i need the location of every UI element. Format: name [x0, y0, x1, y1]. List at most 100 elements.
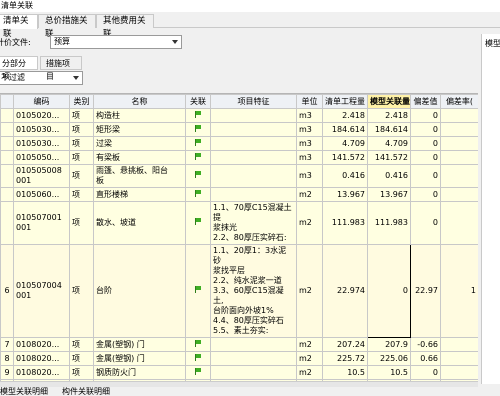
- cell-model-qty[interactable]: 0.416: [367, 164, 411, 188]
- cell-deviation-rate: [440, 150, 478, 165]
- tab-total-measure-link[interactable]: 总价措施关联: [38, 14, 96, 39]
- table-row[interactable]: 6 010507004 001 项台阶 1.1、20厚1：3水泥砂 浆找平层 2.2、…: [0, 244, 478, 338]
- cell-feature: [210, 108, 297, 123]
- table-row[interactable]: 0105060... 项直形楼梯 m2 13.967 13.967 0: [0, 187, 478, 202]
- cell-bill-qty: 207.24: [322, 337, 368, 352]
- cell-model-qty[interactable]: 225.06: [367, 351, 411, 366]
- table-row[interactable]: 010505008 001 项雨篷、悬挑板、阳台 板 m3 0.416 0.416 0: [0, 164, 478, 188]
- cell-index: [0, 108, 14, 123]
- cell-name: 构造柱: [93, 108, 186, 123]
- bill-link-table: 编码 类别 名称 关联 项目特征 单位 清单工程量 模型关联量 偏差值 偏差率(…: [0, 93, 478, 381]
- tab-division-items[interactable]: 分部分项: [0, 56, 38, 81]
- cell-bill-qty: 184.614: [322, 122, 368, 137]
- cell-bill-qty: 22.974: [322, 244, 368, 338]
- filter-select[interactable]: 不过滤: [0, 71, 83, 85]
- cell-link: [185, 201, 211, 245]
- cell-bill-qty: 13.967: [322, 187, 368, 202]
- cell-model-qty[interactable]: 4.709: [367, 136, 411, 151]
- cell-model-qty[interactable]: 13.967: [367, 187, 411, 202]
- flag-icon: [195, 124, 201, 132]
- cell-bill-qty: 111.983: [322, 201, 368, 245]
- col-header-link[interactable]: 关联: [185, 94, 211, 109]
- cell-deviation: 0.66: [410, 351, 441, 366]
- cell-category: 项: [69, 136, 94, 151]
- tab-measure-items[interactable]: 措施项目: [40, 56, 82, 81]
- table-row[interactable]: 9 0108020... 项钢质防火门 m2 10.5 10.5 0: [0, 365, 478, 380]
- cell-model-qty[interactable]: 111.983: [367, 201, 411, 245]
- table-row[interactable]: 0105020... 项构造柱 m3 2.418 2.418 0: [0, 108, 478, 123]
- cell-unit: m2: [296, 351, 323, 366]
- cell-bill-qty: 225.72: [322, 351, 368, 366]
- cell-category: 项: [69, 187, 94, 202]
- table-row[interactable]: 0105030... 项过梁 m3 4.709 4.709 0: [0, 136, 478, 151]
- cell-deviation: 0: [410, 150, 441, 165]
- tab-bill-link[interactable]: 清单关联: [0, 14, 38, 39]
- col-header-deviation-rate[interactable]: 偏差率(: [440, 94, 478, 109]
- file-select[interactable]: 预算: [50, 35, 182, 49]
- cell-name: 过梁: [93, 136, 186, 151]
- cell-name: 矩形梁: [93, 122, 186, 137]
- cell-link: [185, 164, 211, 188]
- cell-index: 9: [0, 365, 14, 380]
- col-header-index[interactable]: [0, 94, 14, 109]
- col-header-feature[interactable]: 项目特征: [210, 94, 297, 109]
- cell-name: 台阶: [93, 244, 186, 338]
- cell-code: 0105060...: [13, 187, 70, 202]
- col-header-unit[interactable]: 单位: [296, 94, 323, 109]
- table-row[interactable]: 0105050... 项有梁板 m3 141.572 141.572 0: [0, 150, 478, 165]
- table-row[interactable]: 7 0108020... 项金属(塑钢) 门 m2 207.24 207.9 -0.66: [0, 337, 478, 352]
- table-row[interactable]: 010507001 001 项散水、坡道 1.1、70厚C15混凝土提 浆抹光 2.…: [0, 201, 478, 245]
- cell-index: [0, 122, 14, 137]
- col-header-category[interactable]: 类别: [69, 94, 94, 109]
- cell-unit: m2: [296, 187, 323, 202]
- col-header-bill-qty[interactable]: 清单工程量: [322, 94, 368, 109]
- table-row[interactable]: 0105030... 项矩形梁 m3 184.614 184.614 0: [0, 122, 478, 137]
- cell-index: [0, 136, 14, 151]
- cell-index: 8: [0, 351, 14, 366]
- cell-deviation: 0: [410, 365, 441, 380]
- cell-deviation: -0.66: [410, 337, 441, 352]
- col-header-model-qty[interactable]: 模型关联量: [367, 94, 411, 109]
- cell-category: 项: [69, 164, 94, 188]
- cell-bill-qty: 0.416: [322, 164, 368, 188]
- table-header-row: 编码 类别 名称 关联 项目特征 单位 清单工程量 模型关联量 偏差值 偏差率(: [0, 94, 478, 109]
- cell-deviation: 0: [410, 187, 441, 202]
- cell-model-qty[interactable]: 207.9: [367, 337, 411, 352]
- cell-code: 0108020...: [13, 337, 70, 352]
- table-row[interactable]: 8 0108020... 项金属(塑钢) 门 m2 225.72 225.06 0.66: [0, 351, 478, 366]
- bottom-tab-bar: 模型关联明细 构件关联明细: [0, 387, 500, 396]
- col-header-deviation[interactable]: 偏差值: [410, 94, 441, 109]
- flag-icon: [195, 110, 201, 118]
- cell-deviation: 0: [410, 122, 441, 137]
- flag-icon: [195, 171, 201, 178]
- cell-category: 项: [69, 108, 94, 123]
- top-tab-bar: 清单关联 总价措施关联 其他费用关联: [0, 12, 500, 39]
- col-header-code[interactable]: 编码: [13, 94, 70, 109]
- chevron-down-icon: [73, 76, 79, 80]
- cell-category: 项: [69, 244, 94, 338]
- col-header-name[interactable]: 名称: [93, 94, 186, 109]
- cell-model-qty[interactable]: 141.572: [367, 150, 411, 165]
- cell-feature: [210, 351, 297, 366]
- cell-model-qty[interactable]: 0: [367, 244, 411, 338]
- cell-code: 0105030...: [13, 122, 70, 137]
- cell-index: [0, 150, 14, 165]
- cell-name: 钢质防火门: [93, 365, 186, 380]
- flag-icon: [195, 138, 201, 146]
- model-panel-title: 模型: [485, 39, 500, 48]
- cell-feature: [210, 365, 297, 380]
- cell-code: 010505008 001: [13, 164, 70, 188]
- cell-feature: [210, 150, 297, 165]
- file-select-value: 预算: [54, 37, 70, 46]
- cell-code: 0108020...: [13, 365, 70, 380]
- cell-code: 0105030...: [13, 136, 70, 151]
- cell-name: 有梁板: [93, 150, 186, 165]
- cell-model-qty[interactable]: 184.614: [367, 122, 411, 137]
- cell-deviation-rate: [440, 187, 478, 202]
- cell-link: [185, 244, 211, 338]
- cell-model-qty[interactable]: 10.5: [367, 365, 411, 380]
- cell-link: [185, 122, 211, 137]
- cell-model-qty[interactable]: 2.418: [367, 108, 411, 123]
- cell-index: [0, 201, 14, 245]
- tab-other-fee-link[interactable]: 其他费用关联: [96, 14, 154, 39]
